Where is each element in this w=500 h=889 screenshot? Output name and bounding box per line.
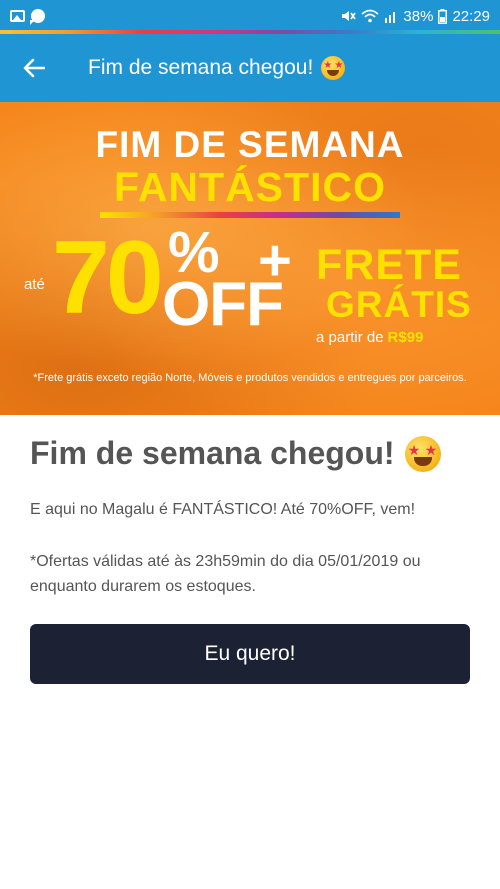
banner-a-partir-label: a partir de — [316, 329, 384, 346]
banner-gratis-label: GRÁTIS — [326, 284, 472, 325]
content-title: Fim de semana chegou! ★ ★ — [30, 435, 441, 472]
banner-discount-number: 70 — [52, 220, 164, 336]
page-title-text: Fim de semana chegou! — [88, 56, 314, 79]
promo-banner[interactable]: FIM DE SEMANA FANTÁSTICO até 70 % OFF + … — [0, 102, 500, 415]
signal-icon — [385, 12, 396, 23]
system-indicators: 38% 22:29 — [340, 8, 490, 25]
chat-notification-icon — [30, 9, 45, 25]
status-bar: 38% 22:29 — [0, 0, 500, 32]
banner-headline-line2: FANTÁSTICO — [114, 164, 386, 210]
banner-frete-label: FRETE — [316, 241, 462, 289]
image-notification-icon — [10, 10, 25, 22]
banner-asterisk: * — [462, 288, 468, 303]
notification-icons — [10, 9, 45, 25]
banner-minimum-price: a partir de R$99 — [316, 329, 423, 346]
clock: 22:29 — [452, 7, 490, 25]
banner-rainbow-divider — [100, 212, 400, 218]
banner-price: R$99 — [387, 329, 424, 346]
promo-description: E aqui no Magalu é FANTÁSTICO! Até 70%OF… — [30, 501, 416, 518]
page-title: Fim de semana chegou! ★ ★ — [88, 56, 346, 80]
banner-ate-label: até — [24, 276, 45, 293]
mute-icon — [342, 11, 357, 21]
eu-quero-button[interactable]: Eu quero! — [30, 624, 470, 684]
offer-validity-note: *Ofertas válidas até às 23h59min do dia … — [30, 553, 421, 595]
battery-icon — [438, 8, 448, 24]
back-button[interactable] — [0, 34, 68, 102]
banner-footnote: *Frete grátis exceto região Norte, Móvei… — [33, 372, 467, 384]
banner-plus-sign: + — [258, 228, 292, 293]
star-struck-emoji-icon: ★ ★ — [321, 56, 346, 80]
star-struck-emoji-icon: ★ ★ — [404, 435, 441, 472]
app-bar: Fim de semana chegou! ★ ★ — [0, 34, 500, 102]
wifi-icon — [361, 9, 380, 23]
battery-percentage: 38% — [403, 7, 434, 25]
arrow-left-icon — [23, 58, 45, 78]
content-title-text: Fim de semana chegou! — [30, 435, 395, 471]
banner-headline-line1: FIM DE SEMANA — [95, 124, 405, 165]
